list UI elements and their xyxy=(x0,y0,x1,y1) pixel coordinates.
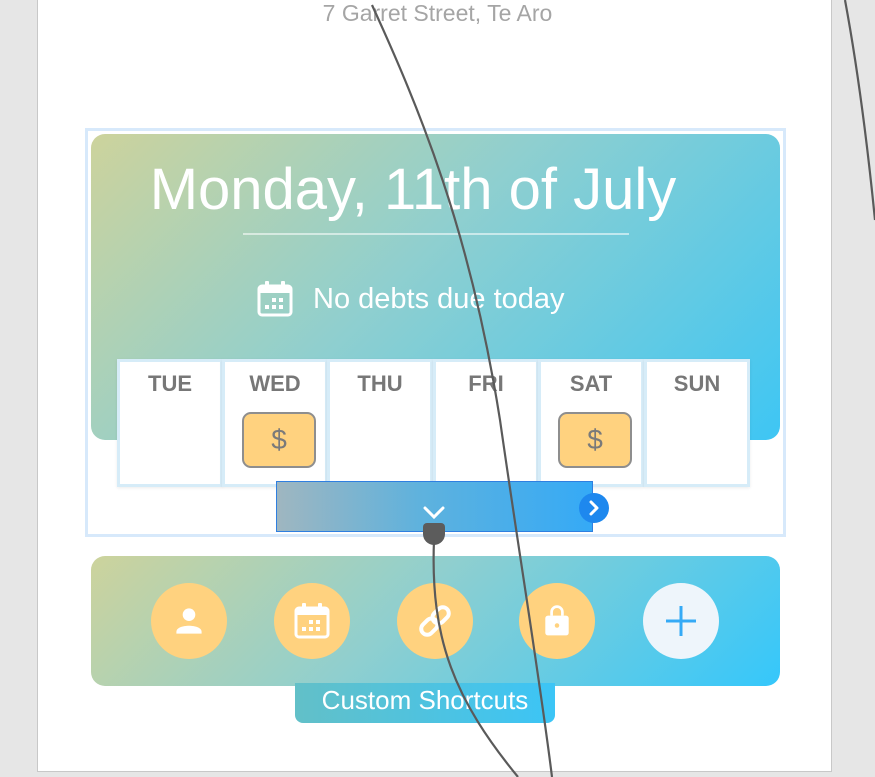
day-cell-sun[interactable]: SUN xyxy=(644,359,750,487)
next-week-button[interactable] xyxy=(579,493,609,523)
link-icon xyxy=(419,605,451,637)
day-cell-fri[interactable]: FRI xyxy=(433,359,539,487)
day-label: FRI xyxy=(468,371,504,396)
day-label: SUN xyxy=(673,371,721,396)
day-cell-sat[interactable]: SAT $ xyxy=(538,359,644,487)
calendar-icon xyxy=(294,603,330,639)
calendar-icon xyxy=(257,281,293,317)
day-label: SAT xyxy=(569,371,613,396)
day-label: THU xyxy=(357,371,403,396)
day-cell-tue[interactable]: TUE xyxy=(117,359,223,487)
day-cell-wed[interactable]: WED $ xyxy=(222,359,328,487)
shortcut-profile-button[interactable] xyxy=(151,583,227,659)
shortcut-bag-button[interactable] xyxy=(519,583,595,659)
debt-status-text: No debts due today xyxy=(313,282,565,315)
debt-due-badge[interactable]: $ xyxy=(558,412,632,468)
day-label: TUE xyxy=(148,371,192,396)
title-divider xyxy=(243,233,629,235)
chevron-down-icon[interactable] xyxy=(422,505,446,521)
day-label: WED xyxy=(249,371,301,396)
day-cell-thu[interactable]: THU xyxy=(327,359,433,487)
add-icon xyxy=(666,606,696,636)
debt-due-badge[interactable]: $ xyxy=(242,412,316,468)
add-shortcut-button[interactable] xyxy=(643,583,719,659)
custom-shortcuts-tab[interactable]: Custom Shortcuts xyxy=(295,683,555,723)
shortcut-calendar-button[interactable] xyxy=(274,583,350,659)
shortcut-link-button[interactable] xyxy=(397,583,473,659)
address-text: 7 Garret Street, Te Aro xyxy=(322,0,553,26)
debt-status-row: No debts due today xyxy=(256,279,565,319)
bag-icon xyxy=(545,605,569,636)
person-icon xyxy=(176,608,202,634)
drag-handle[interactable] xyxy=(423,523,445,545)
date-title: Monday, 11th of July xyxy=(149,157,677,222)
chevron-right-icon xyxy=(589,500,599,516)
